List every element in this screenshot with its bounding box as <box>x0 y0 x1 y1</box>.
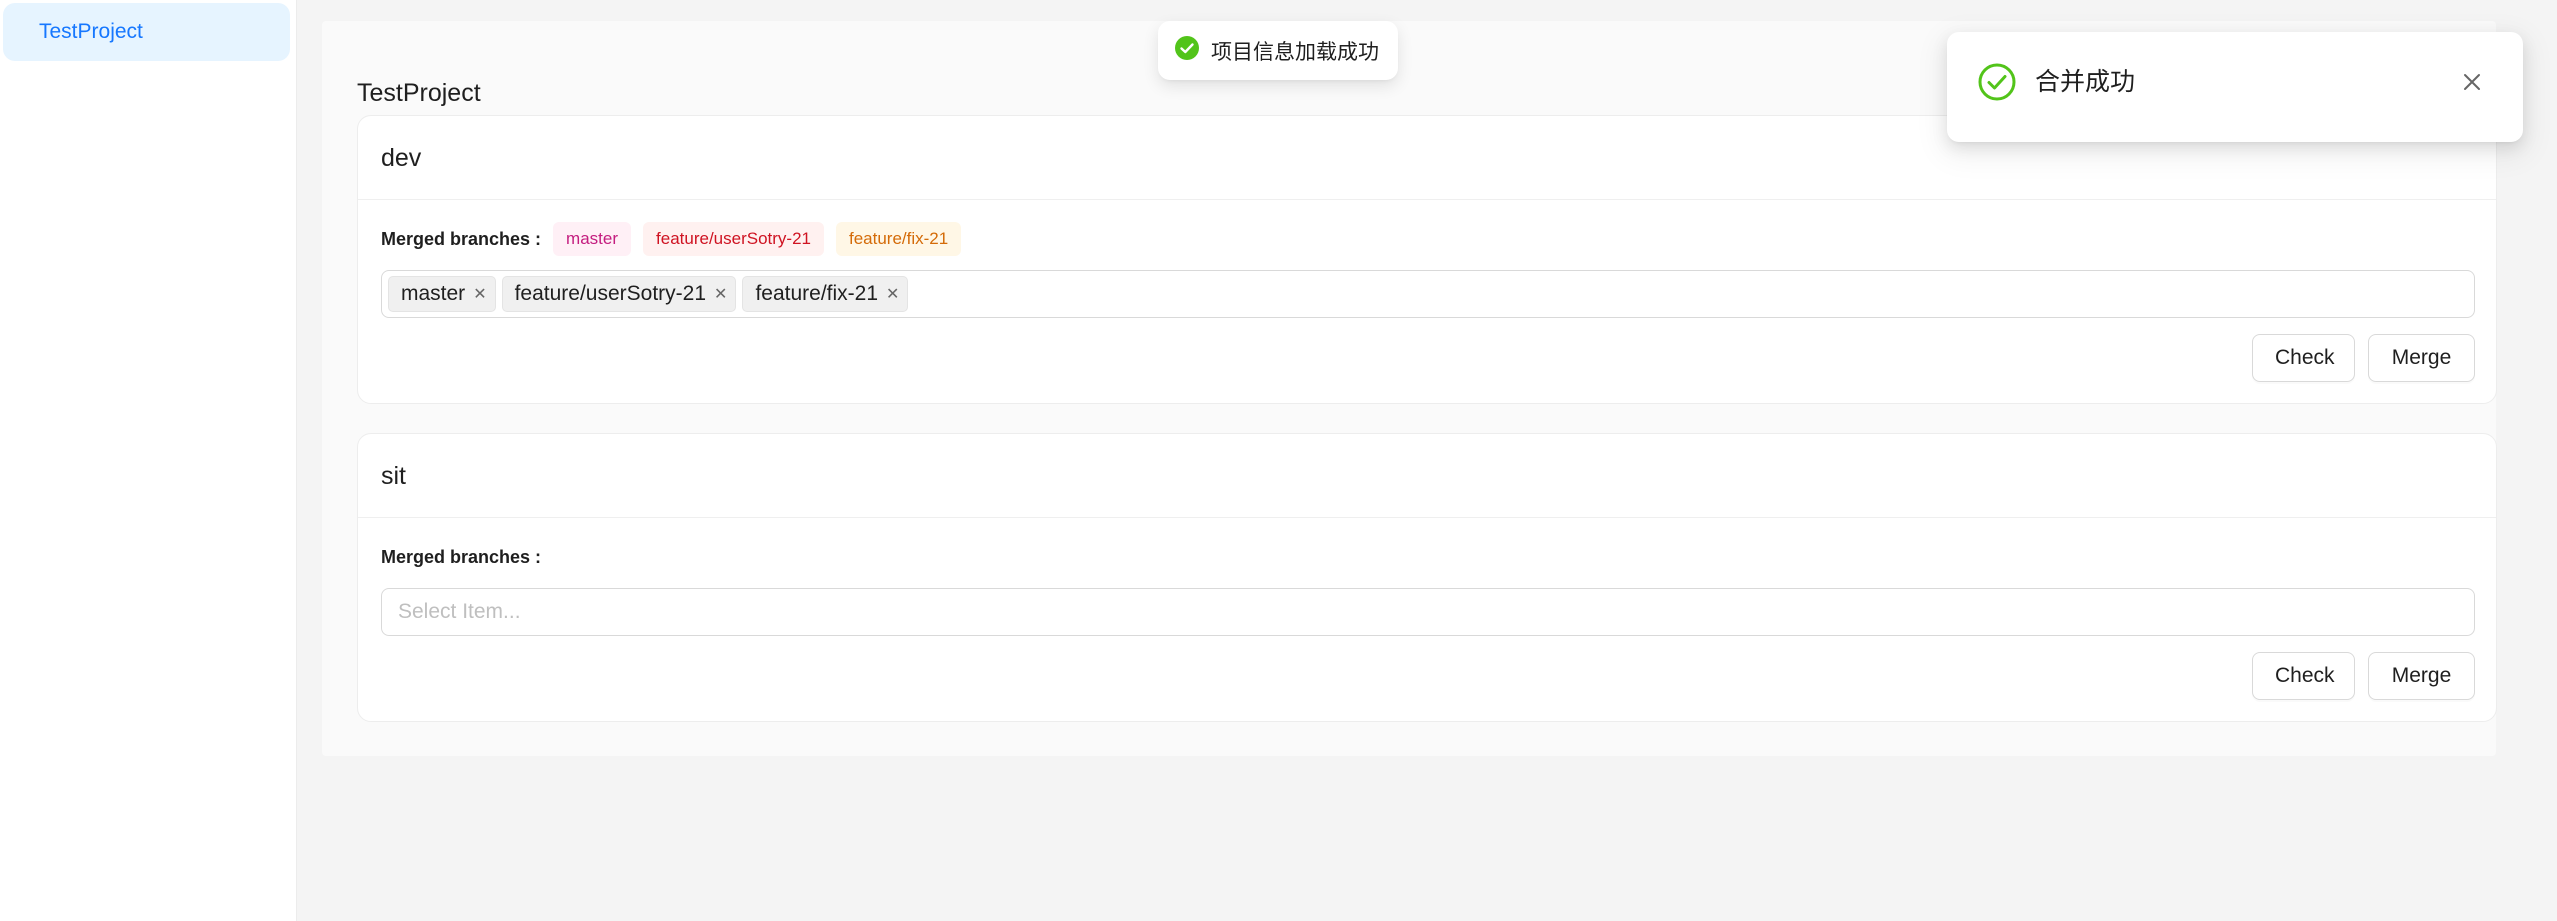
selected-branch-label: feature/userSotry-21 <box>514 282 707 305</box>
environment-card-dev: dev Merged branches : master feature/use… <box>357 115 2497 404</box>
sidebar: TestProject <box>0 0 297 921</box>
merged-branch-tag: feature/userSotry-21 <box>643 222 824 256</box>
card-title: sit <box>358 434 2496 518</box>
merged-branch-tag: master <box>553 222 632 256</box>
selected-branch-tag: master ✕ <box>388 276 496 312</box>
selected-branch-label: master <box>401 282 466 305</box>
app-root: TestProject TestProject dev Merged branc… <box>0 0 2557 921</box>
close-icon[interactable] <box>2455 65 2489 99</box>
check-circle-filled-icon <box>1175 36 1199 65</box>
selected-branch-tag: feature/fix-21 ✕ <box>742 276 909 312</box>
check-button[interactable]: Check <box>2252 652 2355 700</box>
branch-multi-select[interactable]: Select Item... <box>381 588 2475 636</box>
selected-branch-label: feature/fix-21 <box>755 282 879 305</box>
merge-button[interactable]: Merge <box>2368 652 2475 700</box>
check-button[interactable]: Check <box>2252 334 2355 382</box>
close-icon[interactable]: ✕ <box>473 284 486 304</box>
merged-branch-tag: feature/fix-21 <box>835 222 962 256</box>
close-icon[interactable]: ✕ <box>886 284 899 304</box>
sidebar-item-label: TestProject <box>39 20 143 43</box>
sidebar-item-testproject[interactable]: TestProject <box>3 3 290 61</box>
close-icon[interactable]: ✕ <box>714 284 727 304</box>
merged-branches-label: Merged branches : <box>381 546 542 567</box>
notification: 合并成功 <box>1947 32 2523 142</box>
select-placeholder: Select Item... <box>398 600 521 623</box>
notification-text: 合并成功 <box>2035 68 2136 96</box>
merge-button[interactable]: Merge <box>2368 334 2475 382</box>
merged-branches-row: Merged branches : master feature/userSot… <box>381 221 962 257</box>
merged-branches-label: Merged branches : <box>381 228 542 249</box>
selected-branch-tag: feature/userSotry-21 ✕ <box>501 276 737 312</box>
branch-multi-select[interactable]: master ✕ feature/userSotry-21 ✕ feature/… <box>381 270 2475 318</box>
toast-message: 项目信息加载成功 <box>1158 21 1398 80</box>
merged-branches-row: Merged branches : <box>381 539 541 575</box>
check-circle-outline-icon <box>1977 62 2017 107</box>
environment-card-sit: sit Merged branches : Select Item... Che… <box>357 433 2497 722</box>
toast-text: 项目信息加载成功 <box>1211 40 1379 64</box>
